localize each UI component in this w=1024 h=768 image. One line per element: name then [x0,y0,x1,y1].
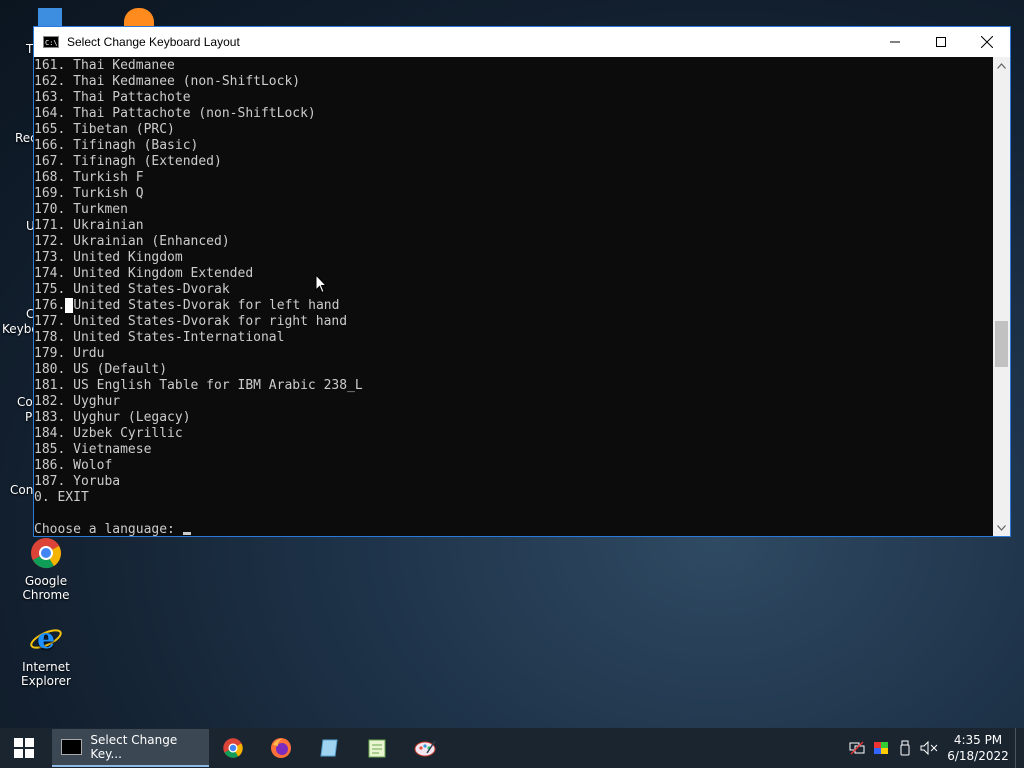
editor-icon [368,739,386,758]
console-line: 173. United Kingdom [34,250,183,265]
console-line: 182. Uyghur [34,394,121,409]
internet-explorer-icon: e [29,622,63,656]
chevron-down-icon [997,524,1006,531]
console-line: 186. Wolof [34,458,113,473]
desktop-icon-thispc[interactable] [38,8,62,28]
console-line: 181. US English Table for IBM Arabic 238… [34,378,363,393]
console-line: 184. Uzbek Cyrillic [34,426,183,441]
console-line: 178. United States-International [34,330,285,345]
taskbar-pin-editor[interactable] [353,728,401,768]
taskbar-pin-notepad[interactable] [305,728,353,768]
taskbar-item-console[interactable]: Select Change Key... [52,729,209,767]
console-output[interactable]: 161. Thai Kedmanee 162. Thai Kedmanee (n… [34,57,994,536]
display-icon[interactable] [869,728,893,768]
console-line: 162. Thai Kedmanee (non-ShiftLock) [34,74,301,89]
taskbar-item-label: Select Change Key... [90,733,178,761]
maximize-button[interactable] [918,27,964,57]
chrome-icon [29,536,63,570]
input-cursor [182,532,191,535]
taskbar-pin-chrome[interactable] [209,728,257,768]
console-line: 165. Tibetan (PRC) [34,122,175,137]
svg-text:e: e [37,622,55,655]
firefox-icon [271,738,291,758]
network-icon[interactable] [845,728,869,768]
console-line: 183. Uyghur (Legacy) [34,410,191,425]
chrome-icon [223,738,243,758]
console-line-selected: 176. United States-Dvorak for left hand [34,298,994,314]
console-line: 171. Ukrainian [34,218,144,233]
desktop-icon-firefox[interactable] [124,8,154,28]
title-bar[interactable]: C:\ Select Change Keyboard Layout [34,27,1010,57]
desktop-fragment-8: Con [10,483,34,497]
scroll-down-button[interactable] [993,519,1010,536]
console-line: 175. United States-Dvorak [34,282,230,297]
notepad-icon [320,739,338,757]
console-line-number: 176. [34,298,66,313]
console-prompt-line[interactable]: Choose a language: [34,522,994,536]
console-line: 187. Yoruba [34,474,121,489]
console-icon [61,739,83,755]
desktop-fragment-7: P [25,410,33,424]
chevron-up-icon [997,62,1006,69]
desktop-icon-internet-explorer[interactable]: e Internet Explorer [0,622,92,688]
close-button[interactable] [964,27,1010,57]
minimize-button[interactable] [872,27,918,57]
console-line: 172. Ukrainian (Enhanced) [34,234,230,249]
volume-muted-icon[interactable] [917,728,941,768]
clock-time: 4:35 PM [953,733,1003,747]
console-line: 170. Turkmen [34,202,128,217]
console-line: 166. Tifinagh (Basic) [34,138,199,153]
console-line: 161. Thai Kedmanee [34,58,175,73]
clock-date: 6/18/2022 [947,749,1009,763]
window-controls [872,27,1010,57]
console-prompt: Choose a language: [34,522,183,536]
system-clock[interactable]: 4:35 PM 6/18/2022 [941,732,1015,764]
windows-logo-icon [14,738,34,758]
console-line: 0. EXIT [34,490,89,505]
vertical-scrollbar[interactable] [993,57,1010,536]
desktop-icon-label: Internet Explorer [21,660,71,688]
desktop-icon-google-chrome[interactable]: Google Chrome [0,536,92,602]
close-icon [981,36,993,48]
desktop-icon-label: Google Chrome [22,574,70,602]
console-line: 180. US (Default) [34,362,168,377]
console-line: 185. Vietnamese [34,442,152,457]
console-line: 163. Thai Pattachote [34,90,191,105]
maximize-icon [936,37,946,47]
console-line: 169. Turkish Q [34,186,144,201]
usb-device-icon[interactable] [893,728,917,768]
taskbar: Select Change Key... 4:35 PM 6/18/2022 [0,728,1024,768]
desktop-fragment-6: Co [17,395,33,409]
taskbar-pin-paint[interactable] [401,728,449,768]
show-desktop-button[interactable] [1015,728,1024,768]
minimize-icon [890,41,900,43]
console-line: 167. Tifinagh (Extended) [34,154,222,169]
mouse-pointer-icon [315,273,328,298]
scroll-up-button[interactable] [993,57,1010,74]
console-icon: C:\ [43,36,59,48]
system-tray: 4:35 PM 6/18/2022 [845,728,1024,768]
console-line: 177. United States-Dvorak for right hand [34,314,348,329]
taskbar-pin-firefox[interactable] [257,728,305,768]
window-title: Select Change Keyboard Layout [67,35,240,49]
paint-icon [414,740,436,757]
console-line-text: United States-Dvorak for left hand [73,298,340,313]
console-line: 174. United Kingdom Extended [34,266,254,281]
console-line: 168. Turkish F [34,170,144,185]
scroll-thumb[interactable] [995,321,1008,367]
console-line: 164. Thai Pattachote (non-ShiftLock) [34,106,316,121]
console-window[interactable]: C:\ Select Change Keyboard Layout 161. T… [33,26,1011,537]
console-line: 179. Urdu [34,346,105,361]
start-button[interactable] [0,728,48,768]
